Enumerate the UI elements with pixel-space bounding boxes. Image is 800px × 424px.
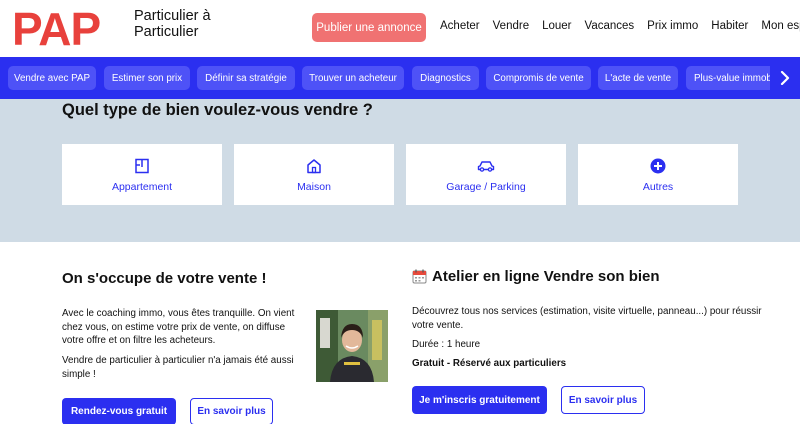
plus-circle-icon — [649, 157, 667, 175]
property-type-label: Autres — [642, 180, 674, 193]
coaching-learn-more-button[interactable]: En savoir plus — [190, 398, 273, 424]
atelier-learn-more-button[interactable]: En savoir plus — [561, 386, 645, 414]
nav-prix-immo[interactable]: Prix immo — [647, 20, 698, 32]
subnav-item-vendre-avec-pap[interactable]: Vendre avec PAP — [8, 66, 96, 90]
nav-mon-espace[interactable]: Mon espace — [761, 20, 800, 32]
house-icon — [305, 157, 323, 175]
coaching-tagline: Vendre de particulier à particulier n'a … — [62, 355, 294, 380]
property-type-label: Garage / Parking — [446, 180, 526, 193]
subnav-item-compromis[interactable]: Compromis de vente — [486, 66, 591, 90]
coaching-title: On s'occupe de votre vente ! — [62, 270, 267, 287]
tagline: Particulier à Particulier — [134, 8, 211, 40]
main-nav: Acheter Vendre Louer Vacances Prix immo … — [440, 20, 800, 32]
subnav-item-strategie[interactable]: Définir sa stratégie — [197, 66, 295, 90]
atelier-price: Gratuit - Réservé aux particuliers — [412, 358, 567, 369]
property-type-appartement[interactable]: Appartement — [62, 144, 222, 205]
property-type-autres[interactable]: Autres — [578, 144, 738, 205]
atelier-duration: Durée : 1 heure — [412, 339, 481, 350]
calendar-icon — [412, 269, 427, 284]
coaching-description: Avec le coaching immo, vous êtes tranqui… — [62, 308, 295, 346]
subnav-item-diagnostics[interactable]: Diagnostics — [412, 66, 479, 90]
subnav-item-trouver-acheteur[interactable]: Trouver un acheteur — [302, 66, 404, 90]
property-type-label: Appartement — [111, 180, 173, 193]
apartment-icon — [133, 157, 151, 175]
nav-vendre[interactable]: Vendre — [493, 20, 529, 32]
property-type-section: Quel type de bien voulez-vous vendre ? A… — [0, 99, 800, 242]
subnav-item-estimer[interactable]: Estimer son prix — [104, 66, 190, 90]
chevron-right-icon[interactable] — [770, 57, 800, 99]
nav-habiter[interactable]: Habiter — [711, 20, 748, 32]
atelier-description: Découvrez tous nos services (estimation,… — [412, 306, 762, 331]
tagline-line-1: Particulier à — [134, 8, 211, 24]
pap-logo[interactable]: PAP — [12, 6, 101, 52]
nav-vacances[interactable]: Vacances — [585, 20, 635, 32]
atelier-title: Atelier en ligne Vendre son bien — [432, 268, 660, 285]
property-type-title: Quel type de bien voulez-vous vendre ? — [62, 101, 373, 119]
coach-photo — [316, 310, 388, 382]
sell-subnav: Vendre avec PAP Estimer son prix Définir… — [0, 57, 800, 99]
property-type-label: Maison — [297, 180, 331, 193]
subnav-item-acte-de-vente[interactable]: L'acte de vente — [598, 66, 678, 90]
property-type-garage[interactable]: Garage / Parking — [406, 144, 566, 205]
publish-listing-button[interactable]: Publier une annonce — [312, 13, 426, 42]
nav-louer[interactable]: Louer — [542, 20, 571, 32]
site-header: PAP Particulier à Particulier Publier un… — [0, 0, 800, 57]
free-appointment-button[interactable]: Rendez-vous gratuit — [62, 398, 176, 424]
car-icon — [477, 157, 495, 175]
nav-acheter[interactable]: Acheter — [440, 20, 480, 32]
tagline-line-2: Particulier — [134, 24, 199, 40]
property-type-maison[interactable]: Maison — [234, 144, 394, 205]
register-free-button[interactable]: Je m'inscris gratuitement — [412, 386, 547, 414]
atelier-title-row: Atelier en ligne Vendre son bien — [412, 268, 660, 285]
